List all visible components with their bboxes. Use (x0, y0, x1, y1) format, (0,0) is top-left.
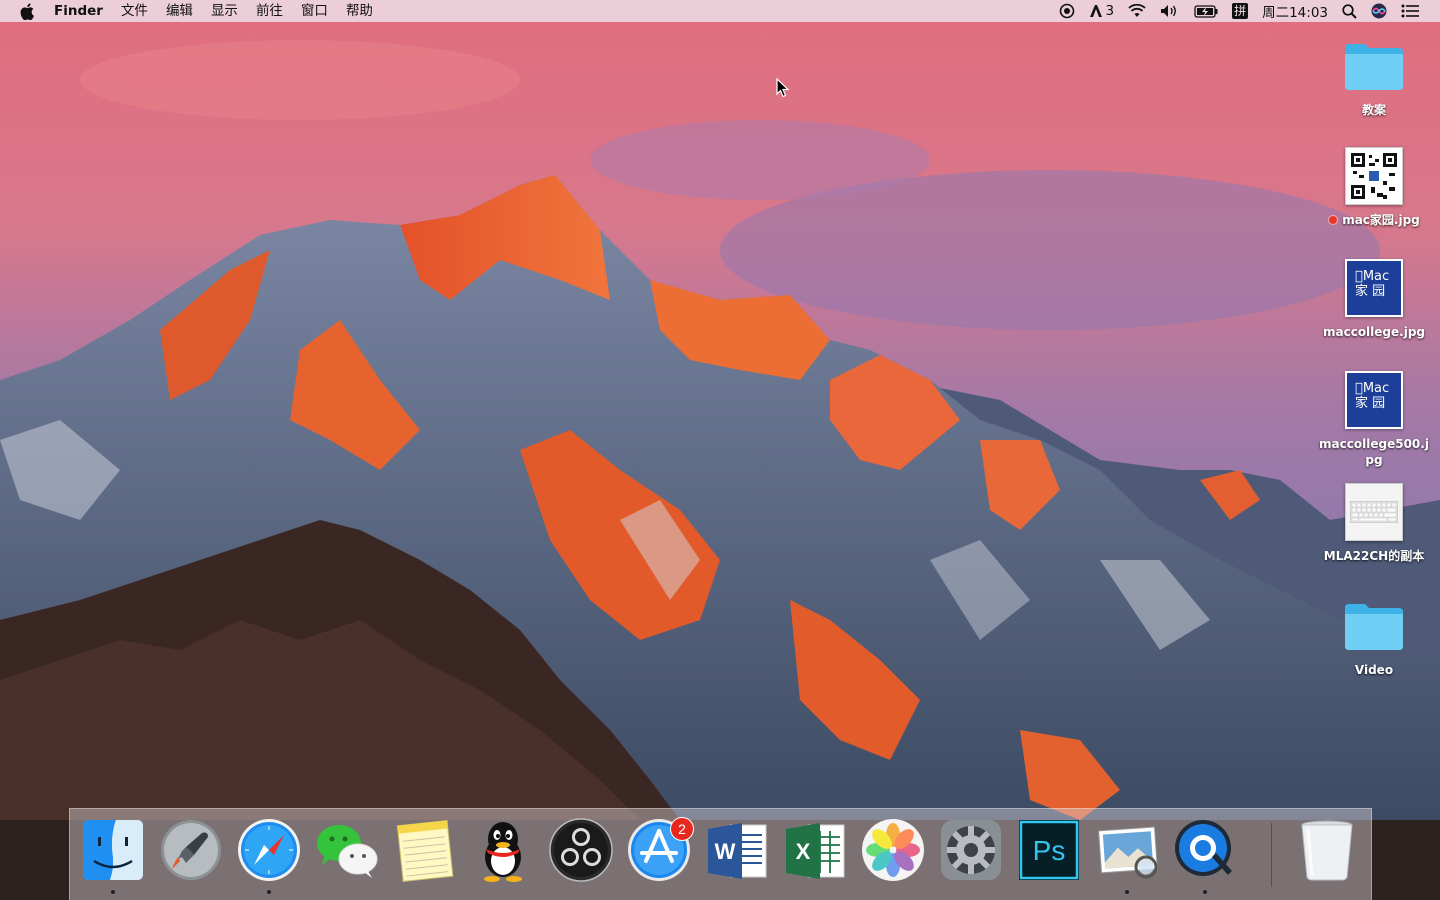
dock-item-safari[interactable] (234, 817, 304, 894)
dock-separator (1271, 823, 1272, 887)
red-tag-icon (1328, 215, 1339, 225)
desktop-item-label: mac家园.jpg (1318, 212, 1430, 228)
adobe-cc-icon (1090, 5, 1103, 17)
photoshop-icon: Ps (1019, 820, 1079, 880)
keyboard-thumbnail (1345, 483, 1403, 541)
svg-text:Ps: Ps (1033, 835, 1066, 866)
preview-icon (1098, 826, 1158, 879)
dock-item-photoshop[interactable]: Ps (1014, 817, 1084, 891)
clock[interactable]: 周二14:03 (1255, 0, 1335, 22)
obs-icon (549, 818, 613, 882)
dock-item-launchpad[interactable] (156, 817, 226, 891)
dock-item-word[interactable]: W (702, 817, 772, 891)
svg-text:X: X (796, 839, 811, 864)
spotlight-search-icon[interactable] (1335, 0, 1364, 22)
notification-center-icon[interactable] (1394, 0, 1426, 22)
folder-icon (1342, 34, 1406, 98)
wifi-icon[interactable] (1121, 0, 1153, 22)
notification-badge: 2 (670, 817, 694, 841)
thumb-text-jiayuan: 家 园 (1355, 396, 1386, 411)
system-preferences-icon (941, 820, 1001, 880)
menu-help[interactable]: 帮助 (337, 0, 382, 22)
dock-item-trash[interactable] (1292, 817, 1362, 891)
apple-menu-icon[interactable] (18, 0, 36, 22)
dock: 2 W X Ps (69, 808, 1372, 900)
dock-item-quicktime[interactable] (1170, 817, 1240, 894)
dock-item-notes[interactable] (390, 817, 460, 891)
desktop-item-folder-jiaoan[interactable]: 教案 (1318, 34, 1430, 118)
menu-bar: Finder 文件 编辑 显示 前往 窗口 帮助 3 拼 周二14:03 (0, 0, 1440, 22)
menu-app-finder[interactable]: Finder (54, 0, 112, 22)
siri-icon[interactable] (1364, 0, 1394, 22)
thumb-text-mac: Mac (1355, 269, 1389, 284)
input-method-label: 拼 (1232, 3, 1249, 19)
volume-icon[interactable] (1153, 0, 1187, 22)
qq-icon (484, 822, 522, 882)
trash-icon (1301, 820, 1353, 881)
menu-window[interactable]: 窗口 (292, 0, 337, 22)
folder-icon (1342, 594, 1406, 658)
menu-go[interactable]: 前往 (247, 0, 292, 22)
thumb-text-jiayuan: 家 园 (1355, 284, 1386, 299)
desktop-item-mac-jiayuan-jpg[interactable]: mac家园.jpg (1318, 144, 1430, 228)
mouse-cursor-icon (776, 77, 790, 103)
mac-college-thumbnail: Mac 家 园 (1345, 259, 1403, 317)
desktop-item-folder-video[interactable]: Video (1318, 594, 1430, 678)
dock-item-system-preferences[interactable] (936, 817, 1006, 891)
qr-code-thumbnail (1345, 147, 1403, 205)
dock-item-wechat[interactable] (312, 817, 382, 891)
dock-item-preview[interactable] (1092, 817, 1162, 894)
desktop-item-mla22ch-copy[interactable]: MLA22CH的副本 (1318, 480, 1430, 564)
desktop-item-label-text: mac家园.jpg (1342, 213, 1420, 227)
photos-icon (862, 819, 924, 881)
dock-item-obs[interactable] (546, 817, 616, 891)
dock-item-finder[interactable] (78, 817, 148, 894)
screen-record-icon[interactable] (1052, 0, 1082, 22)
input-method-menu[interactable]: 拼 (1225, 0, 1255, 22)
menu-edit[interactable]: 编辑 (157, 0, 202, 22)
dock-item-excel[interactable]: X (780, 817, 850, 891)
desktop-wallpaper (0, 0, 1440, 900)
dock-item-photos[interactable] (858, 817, 928, 891)
word-icon: W (708, 823, 767, 879)
desktop-item-label: maccollege500.jpg (1319, 437, 1429, 467)
running-indicator (1203, 890, 1207, 894)
excel-icon: X (786, 823, 845, 879)
menu-file[interactable]: 文件 (112, 0, 157, 22)
notes-icon (396, 819, 454, 883)
battery-icon[interactable] (1187, 0, 1225, 22)
desktop-item-label: Video (1354, 663, 1394, 677)
desktop-item-label: maccollege.jpg (1322, 325, 1426, 339)
running-indicator (1125, 890, 1129, 894)
running-indicator (267, 890, 271, 894)
desktop-item-maccollege-jpg[interactable]: Mac 家 园 maccollege.jpg (1318, 256, 1430, 340)
mac-college-thumbnail: Mac 家 园 (1345, 371, 1403, 429)
adobe-cc-count: 3 (1105, 3, 1115, 19)
desktop-item-label: MLA22CH的副本 (1323, 549, 1425, 563)
running-indicator (111, 890, 115, 894)
wechat-icon (317, 825, 378, 878)
thumb-text-mac: Mac (1355, 381, 1389, 396)
safari-icon (238, 819, 300, 881)
dock-item-qq[interactable] (468, 817, 538, 891)
quicktime-icon (1175, 820, 1232, 876)
finder-icon (83, 820, 143, 880)
dock-item-app-store[interactable]: 2 (624, 817, 694, 891)
desktop-item-label: 教案 (1361, 103, 1386, 117)
desktop-item-maccollege500-jpg[interactable]: Mac 家 园 maccollege500.jpg (1318, 368, 1430, 468)
menu-view[interactable]: 显示 (202, 0, 247, 22)
svg-text:W: W (715, 839, 736, 864)
adobe-cc-status[interactable]: 3 (1082, 0, 1121, 22)
launchpad-icon (161, 820, 221, 880)
